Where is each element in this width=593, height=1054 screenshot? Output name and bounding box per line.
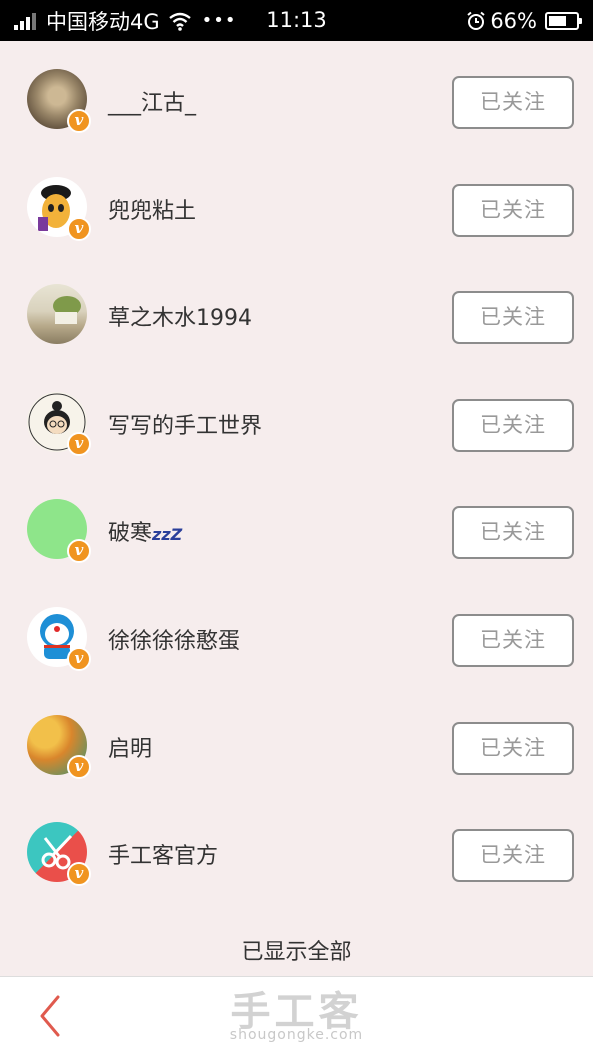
verified-badge-icon: v xyxy=(67,539,91,564)
verified-badge-icon: v xyxy=(67,431,91,456)
signal-icon xyxy=(14,12,36,30)
avatar[interactable]: v xyxy=(27,69,91,133)
user-name[interactable]: 启明 xyxy=(108,731,152,763)
user-name[interactable]: 破寒zzZ xyxy=(108,515,182,547)
avatar[interactable]: v xyxy=(27,822,91,887)
list-item[interactable]: v 启明 已关注 xyxy=(0,687,593,795)
followed-button[interactable]: 已关注 xyxy=(452,291,574,345)
status-right: 66% xyxy=(466,0,582,41)
avatar[interactable]: v xyxy=(27,714,91,779)
bottom-bar: 手工客 shougongke.com xyxy=(0,976,593,1054)
list-item[interactable]: v 徐徐徐徐憨蛋 已关注 xyxy=(0,579,593,687)
list-item[interactable]: v ___江古_ 已关注 xyxy=(0,41,593,149)
user-name[interactable]: 手工客官方 xyxy=(108,838,218,870)
user-name[interactable]: 草之木水1994 xyxy=(108,300,252,332)
list-item[interactable]: 草之木水1994 已关注 xyxy=(0,256,593,364)
avatar[interactable] xyxy=(27,284,87,345)
avatar[interactable]: v xyxy=(27,499,91,564)
user-name[interactable]: 兜兜粘土 xyxy=(108,193,196,225)
verified-badge-icon: v xyxy=(67,216,91,241)
status-left: 中国移动4G ••• xyxy=(14,0,237,41)
user-name[interactable]: 徐徐徐徐憨蛋 xyxy=(108,623,240,655)
user-name[interactable]: ___江古_ xyxy=(108,85,196,117)
status-bar: 中国移动4G ••• 11:13 66% xyxy=(0,0,593,41)
list-item[interactable]: v 手工客官方 已关注 xyxy=(0,794,593,902)
avatar[interactable]: v xyxy=(27,391,91,456)
user-name[interactable]: 写写的手工世界 xyxy=(108,408,262,440)
followed-button[interactable]: 已关注 xyxy=(452,829,574,883)
all-shown-label: 已显示全部 xyxy=(241,940,352,965)
avatar[interactable]: v xyxy=(27,606,91,671)
wifi-icon xyxy=(168,12,191,31)
follow-list: v ___江古_ 已关注 v 兜兜粘土 已关注 草之木水1994 已关注 v 写… xyxy=(0,41,593,902)
followed-button[interactable]: 已关注 xyxy=(452,613,574,667)
list-item[interactable]: v 兜兜粘土 已关注 xyxy=(0,149,593,257)
followed-button[interactable]: 已关注 xyxy=(452,506,574,560)
battery-percent: 66% xyxy=(490,8,537,33)
app-url: shougongke.com xyxy=(229,1027,364,1043)
battery-icon xyxy=(545,11,582,30)
verified-badge-icon: v xyxy=(67,109,91,133)
sleep-suffix: zzZ xyxy=(152,525,183,545)
list-item[interactable]: v 破寒zzZ 已关注 xyxy=(0,471,593,579)
followed-button[interactable]: 已关注 xyxy=(452,721,574,775)
carrier-label: 中国移动4G xyxy=(46,9,160,34)
alarm-icon xyxy=(467,11,485,30)
avatar[interactable]: v xyxy=(27,176,91,241)
verified-badge-icon: v xyxy=(67,754,91,779)
list-item[interactable]: v 写写的手工世界 已关注 xyxy=(0,364,593,472)
followed-button[interactable]: 已关注 xyxy=(452,398,574,452)
followed-button[interactable]: 已关注 xyxy=(452,183,574,237)
verified-badge-icon: v xyxy=(67,646,91,671)
verified-badge-icon: v xyxy=(67,862,91,887)
followed-button[interactable]: 已关注 xyxy=(452,76,574,129)
more-dots: ••• xyxy=(201,10,237,31)
